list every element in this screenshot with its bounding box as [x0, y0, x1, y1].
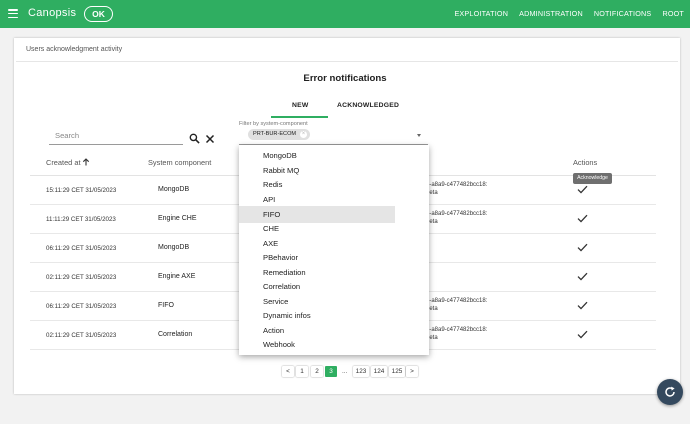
chip-close-icon[interactable]: × — [300, 131, 307, 138]
cell-date: 11:11:29 CET 31/05/2023 — [46, 216, 116, 223]
cell-date: 06:11:29 CET 31/05/2023 — [46, 303, 117, 310]
cell-resource: 5-a8a9-c477482bcc18: — [426, 298, 488, 304]
pagination-prev-button[interactable]: < — [282, 366, 294, 377]
check-icon[interactable] — [577, 185, 588, 194]
sort-arrow-up-icon[interactable] — [82, 158, 90, 166]
page-button[interactable]: 1 — [296, 366, 308, 377]
cell-resource: 5-a8a9-c477482bcc18: — [426, 211, 488, 217]
cell-date: 02:11:29 CET 31/05/2023 — [46, 332, 117, 339]
column-actions: Actions — [573, 158, 598, 167]
page-title: Error notifications — [303, 73, 387, 84]
cell-component: Correlation — [158, 331, 193, 338]
cell-component: MongoDB — [158, 186, 190, 193]
filter-chip[interactable]: PRT-BUR-ECOM × — [248, 129, 310, 140]
nav-administration[interactable]: ADMINISTRATION — [519, 9, 583, 18]
check-icon[interactable] — [577, 301, 588, 310]
app-brand[interactable]: Canopsis — [28, 7, 76, 19]
filter-dropdown-menu: MongoDB Rabbit MQ Redis API FIFO CHE AXE… — [239, 145, 429, 355]
pagination-ellipsis: ... — [342, 368, 348, 375]
page-button[interactable]: 125 — [389, 366, 405, 377]
tab-new[interactable]: NEW — [292, 102, 308, 109]
cell-date: 06:11:29 CET 31/05/2023 — [46, 245, 117, 252]
page-button[interactable]: 123 — [353, 366, 369, 377]
cell-component: Engine AXE — [158, 273, 196, 280]
column-created-at[interactable]: Created at — [46, 158, 81, 167]
top-nav: EXPLOITATION ADMINISTRATION NOTIFICATION… — [454, 9, 684, 18]
dropdown-option[interactable]: Webhook — [239, 336, 395, 353]
close-icon[interactable] — [205, 134, 215, 144]
acknowledge-tooltip: Acknowledge — [573, 173, 612, 184]
search-underline — [49, 144, 183, 145]
check-icon[interactable] — [577, 272, 588, 281]
top-app-bar: Canopsis OK EXPLOITATION ADMINISTRATION … — [0, 0, 690, 28]
cell-resource: 5-a8a9-c477482bcc18: — [426, 327, 488, 333]
check-icon[interactable] — [577, 330, 588, 339]
page-button[interactable]: 2 — [311, 366, 323, 377]
refresh-button[interactable] — [657, 379, 683, 405]
filter-chip-label: PRT-BUR-ECOM — [253, 131, 297, 137]
search-input[interactable]: Search — [55, 131, 79, 140]
page-button[interactable]: 124 — [371, 366, 387, 377]
chevron-down-icon[interactable] — [417, 134, 421, 137]
cell-component: Engine CHE — [158, 215, 197, 222]
cell-resource: 5-a8a9-c477482bcc18: — [426, 182, 488, 188]
nav-user[interactable]: ROOT — [662, 9, 684, 18]
cell-date: 02:11:29 CET 31/05/2023 — [46, 274, 117, 281]
tab-acknowledged[interactable]: ACKNOWLEDGED — [337, 102, 399, 109]
active-tab-indicator — [271, 116, 328, 118]
search-icon[interactable] — [189, 133, 200, 144]
pagination-next-button[interactable]: > — [406, 366, 418, 377]
cell-component: MongoDB — [158, 244, 190, 251]
menu-icon[interactable] — [8, 9, 18, 19]
cell-date: 15:11:29 CET 31/05/2023 — [46, 187, 117, 194]
check-icon[interactable] — [577, 214, 588, 223]
filter-label: Filter by system-component — [239, 121, 308, 127]
card-title: Users acknowledgment activity — [26, 46, 123, 53]
check-icon[interactable] — [577, 243, 588, 252]
status-badge[interactable]: OK — [84, 6, 113, 22]
divider — [16, 61, 678, 62]
nav-exploitation[interactable]: EXPLOITATION — [454, 9, 508, 18]
page-button-current[interactable]: 3 — [325, 366, 337, 377]
nav-notifications[interactable]: NOTIFICATIONS — [594, 9, 652, 18]
column-system-component[interactable]: System component — [148, 158, 211, 167]
refresh-icon — [665, 386, 675, 397]
cell-component: FIFO — [158, 302, 174, 309]
dropdown-option[interactable]: API — [239, 191, 395, 208]
